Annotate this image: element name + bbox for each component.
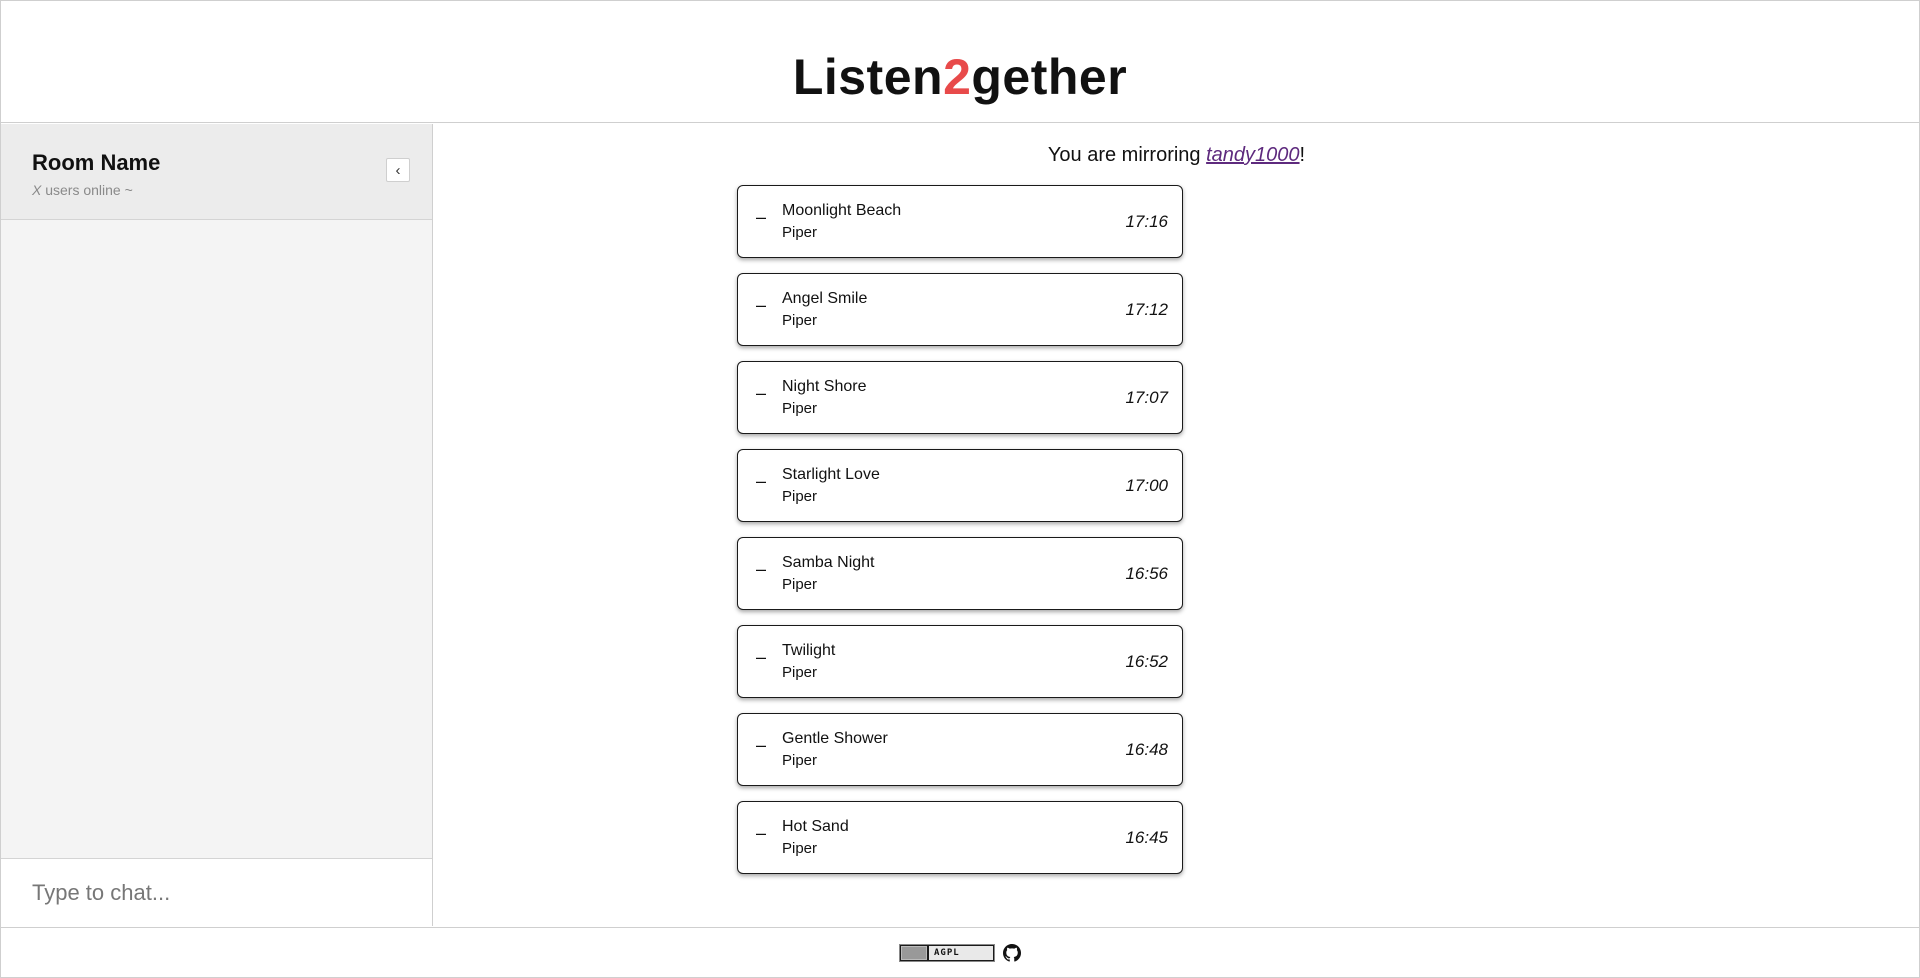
chat-input[interactable] — [1, 859, 432, 926]
track-dash: – — [756, 295, 767, 315]
track-item[interactable]: – Twilight Piper 16:52 — [737, 625, 1183, 698]
track-time: 16:45 — [1125, 828, 1168, 847]
track-item[interactable]: – Gentle Shower Piper 16:48 — [737, 713, 1183, 786]
mirror-user-link[interactable]: tandy1000 — [1206, 144, 1299, 166]
collapse-sidebar-button[interactable]: ‹ — [386, 158, 410, 182]
track-title: Moonlight Beach — [782, 202, 902, 219]
main-content: You are mirroring tandy1000! – Moonlight… — [434, 124, 1919, 926]
track-time: 17:07 — [1125, 388, 1168, 407]
track-title: Twilight — [782, 642, 836, 659]
room-name: Room Name — [32, 150, 161, 175]
agpl-logo-graphic — [901, 945, 927, 960]
track-item[interactable]: – Starlight Love Piper 17:00 — [737, 449, 1183, 522]
track-title: Hot Sand — [782, 818, 849, 835]
track-list: – Moonlight Beach Piper 17:16 – Angel Sm… — [737, 185, 1183, 889]
logo-text-2: 2 — [943, 48, 972, 105]
track-dash: – — [756, 383, 767, 403]
track-dash: – — [756, 823, 767, 843]
track-time: 17:00 — [1125, 476, 1168, 495]
track-dash: – — [756, 559, 767, 579]
track-item[interactable]: – Angel Smile Piper 17:12 — [737, 273, 1183, 346]
users-count: X — [32, 182, 42, 198]
track-title: Starlight Love — [782, 466, 880, 483]
track-artist: Piper — [782, 840, 818, 857]
agpl-badge-icon[interactable]: AGPL — [899, 943, 995, 962]
track-dash: – — [756, 647, 767, 667]
track-artist: Piper — [782, 224, 818, 241]
track-artist: Piper — [782, 312, 818, 329]
track-artist: Piper — [782, 488, 818, 505]
track-time: 16:52 — [1125, 652, 1168, 671]
track-title: Gentle Shower — [782, 730, 888, 747]
track-artist: Piper — [782, 576, 818, 593]
room-users-online: X users online ~ — [32, 182, 432, 198]
github-icon[interactable] — [1003, 943, 1021, 962]
chat-input-container — [1, 858, 432, 926]
chat-messages-area[interactable] — [1, 220, 432, 857]
track-artist: Piper — [782, 664, 818, 681]
chevron-left-icon: ‹ — [395, 161, 401, 179]
track-item[interactable]: – Hot Sand Piper 16:45 — [737, 801, 1183, 874]
track-item[interactable]: – Samba Night Piper 16:56 — [737, 537, 1183, 610]
mirror-status: You are mirroring tandy1000! — [434, 144, 1919, 167]
agpl-license-label: AGPL — [929, 945, 993, 960]
room-header: Room Name X users online ~ ‹ — [1, 124, 432, 220]
track-time: 16:48 — [1125, 740, 1168, 759]
track-artist: Piper — [782, 752, 818, 769]
logo-text-gether: gether — [971, 48, 1128, 105]
track-time: 17:16 — [1125, 212, 1168, 231]
logo-text-listen: Listen — [792, 48, 944, 105]
app-logo[interactable]: Listen2gether — [793, 18, 1127, 106]
sidebar: Room Name X users online ~ ‹ — [1, 124, 433, 926]
mirror-suffix: ! — [1299, 144, 1306, 166]
track-dash: – — [756, 207, 767, 227]
track-time: 16:56 — [1125, 564, 1168, 583]
mirror-prefix: You are mirroring — [1047, 144, 1207, 166]
track-item[interactable]: – Moonlight Beach Piper 17:16 — [737, 185, 1183, 258]
track-title: Samba Night — [782, 554, 875, 571]
header: Listen2gether — [1, 1, 1919, 123]
footer: AGPL — [1, 927, 1919, 977]
track-time: 17:12 — [1125, 300, 1168, 319]
track-title: Night Shore — [782, 378, 867, 395]
track-item[interactable]: – Night Shore Piper 17:07 — [737, 361, 1183, 434]
track-artist: Piper — [782, 400, 818, 417]
track-title: Angel Smile — [782, 290, 868, 307]
users-online-label: users online ~ — [41, 182, 133, 198]
track-dash: – — [756, 735, 767, 755]
track-dash: – — [756, 471, 767, 491]
